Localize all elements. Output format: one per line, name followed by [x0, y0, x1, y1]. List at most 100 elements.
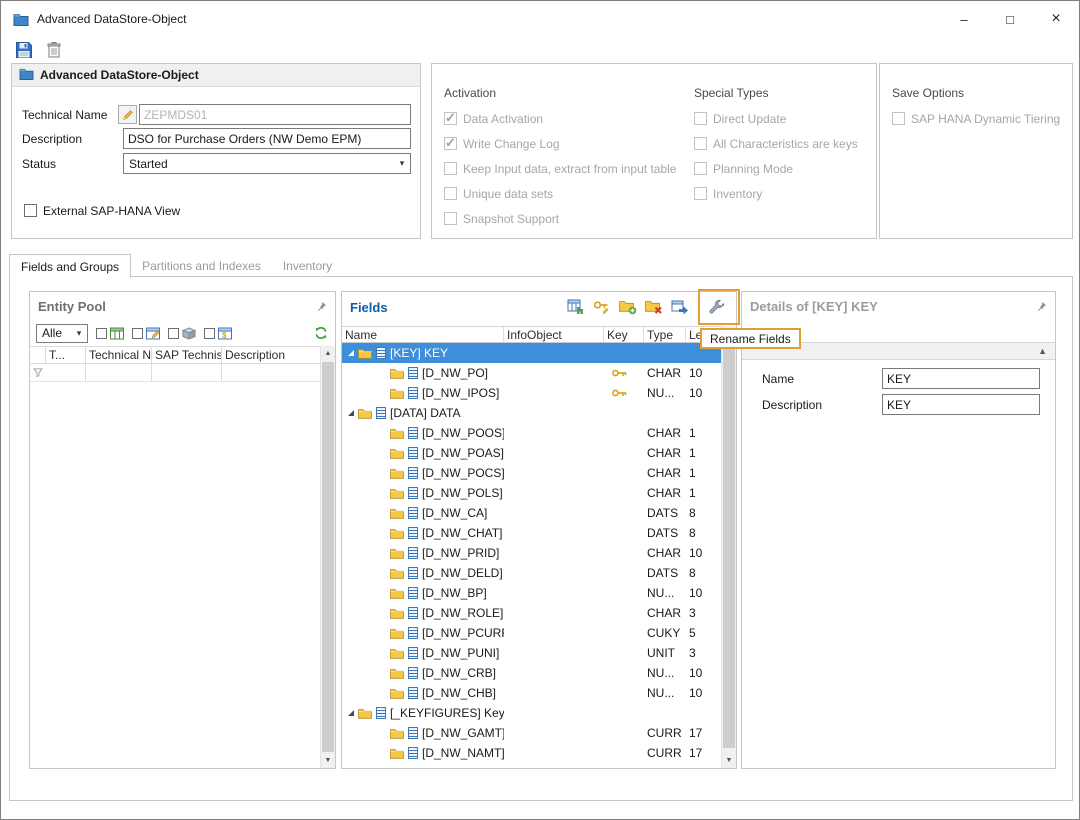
- field-row[interactable]: [D_NW_PRID] CHAR 10: [342, 543, 721, 563]
- field-row[interactable]: [D_NW_DELD] DATS 8: [342, 563, 721, 583]
- field-row[interactable]: [D_NW_GAMT] CURR 17: [342, 723, 721, 743]
- tab[interactable]: Fields and Groups: [9, 254, 131, 278]
- column-header-sap-technical[interactable]: SAP Technis...: [152, 347, 222, 363]
- scroll-down-arrow[interactable]: ▼: [722, 753, 736, 768]
- field-row[interactable]: [D_NW_POOS] CHAR 1: [342, 423, 721, 443]
- add-fields-icon[interactable]: [566, 297, 586, 317]
- group-folder-icon: [390, 628, 404, 639]
- field-row[interactable]: [D_NW_POAS] CHAR 1: [342, 443, 721, 463]
- column-header-description[interactable]: Description: [222, 347, 320, 363]
- details-description-input[interactable]: [882, 394, 1040, 415]
- pin-icon[interactable]: [316, 301, 327, 312]
- pin-icon[interactable]: [1036, 301, 1047, 312]
- field-row[interactable]: [D_NW_CA] DATS 8: [342, 503, 721, 523]
- filter-cell[interactable]: [86, 364, 152, 381]
- field-row[interactable]: [D_NW_PO] CHAR 10: [342, 363, 721, 383]
- refresh-icon[interactable]: [313, 325, 329, 341]
- activation-checkbox-row[interactable]: Unique data sets: [444, 181, 676, 206]
- save-icon[interactable]: [13, 39, 35, 61]
- field-row[interactable]: [D_NW_NAMT] CURR 17: [342, 743, 721, 763]
- checkbox[interactable]: [444, 137, 457, 150]
- entity-filter-dropdown[interactable]: Alle ▾: [36, 324, 88, 343]
- move-fields-icon[interactable]: [670, 297, 690, 317]
- column-header-type[interactable]: T...: [46, 347, 86, 363]
- chevron-up-icon[interactable]: ▲: [1038, 346, 1047, 356]
- field-row[interactable]: [DATA] DATA: [342, 403, 721, 423]
- status-dropdown[interactable]: Started ▾: [123, 153, 411, 174]
- field-row[interactable]: [KEY] KEY: [342, 343, 721, 363]
- filter-checkbox-dso[interactable]: [132, 328, 143, 339]
- filter-checkbox-infoprovider[interactable]: [96, 328, 107, 339]
- field-row[interactable]: [D_NW_PCURR] CUKY 5: [342, 623, 721, 643]
- field-row[interactable]: [D_NW_POCS] CHAR 1: [342, 463, 721, 483]
- details-name-input[interactable]: [882, 368, 1040, 389]
- row-name: [D_NW_PUNI]: [422, 646, 499, 660]
- checkbox[interactable]: [694, 112, 707, 125]
- field-row[interactable]: [D_NW_ROLE] CHAR 3: [342, 603, 721, 623]
- field-row[interactable]: [D_NW_PUNI] UNIT 3: [342, 643, 721, 663]
- scroll-thumb[interactable]: [322, 362, 334, 752]
- activation-checkbox-row[interactable]: Write Change Log: [444, 131, 676, 156]
- checkbox[interactable]: [892, 112, 905, 125]
- special-type-checkbox-row[interactable]: Inventory: [694, 181, 858, 206]
- fields-scrollbar[interactable]: ▲ ▼: [721, 326, 736, 768]
- delete-icon[interactable]: [43, 39, 65, 61]
- filter-checkbox-cube[interactable]: [168, 328, 179, 339]
- funnel-icon[interactable]: [30, 364, 46, 381]
- description-input[interactable]: [123, 128, 411, 149]
- tab[interactable]: Partitions and Indexes: [131, 254, 272, 277]
- field-row[interactable]: [D_NW_CHB] NU... 10: [342, 683, 721, 703]
- fields-table-header: Name InfoObject Key Type Len...: [342, 326, 721, 343]
- scroll-up-arrow[interactable]: ▲: [321, 346, 335, 361]
- external-hana-view-checkbox[interactable]: [24, 204, 37, 217]
- column-header-type[interactable]: Type: [644, 327, 686, 342]
- field-row[interactable]: [D_NW_CRB] NU... 10: [342, 663, 721, 683]
- tree-expander-icon[interactable]: [348, 350, 354, 356]
- checkbox[interactable]: [694, 187, 707, 200]
- scroll-down-arrow[interactable]: ▼: [321, 753, 335, 768]
- filter-checkbox-keyfigure[interactable]: [204, 328, 215, 339]
- field-row[interactable]: [D_NW_BP] NU... 10: [342, 583, 721, 603]
- window-controls: – □ ×: [941, 1, 1079, 37]
- tab[interactable]: Inventory: [272, 254, 343, 277]
- add-group-icon[interactable]: [618, 297, 638, 317]
- maximize-button[interactable]: □: [987, 1, 1033, 37]
- checkbox[interactable]: [444, 162, 457, 175]
- checkbox[interactable]: [444, 212, 457, 225]
- close-button[interactable]: ×: [1033, 1, 1079, 37]
- column-header-key[interactable]: Key: [604, 327, 644, 342]
- field-row[interactable]: [D_NW_POLS] CHAR 1: [342, 483, 721, 503]
- entity-pool-scrollbar[interactable]: ▲ ▼: [320, 346, 335, 768]
- delete-group-icon[interactable]: [644, 297, 664, 317]
- checkbox[interactable]: [694, 137, 707, 150]
- checkbox[interactable]: [444, 187, 457, 200]
- activation-checkbox-row[interactable]: Keep Input data, extract from input tabl…: [444, 156, 676, 181]
- special-type-checkbox-row[interactable]: Direct Update: [694, 106, 858, 131]
- special-type-checkbox-row[interactable]: All Characteristics are keys: [694, 131, 858, 156]
- filter-cell[interactable]: [46, 364, 86, 381]
- activation-checkbox-row[interactable]: Snapshot Support: [444, 206, 676, 231]
- minimize-button[interactable]: –: [941, 1, 987, 37]
- type-cell: CHAR: [644, 483, 686, 503]
- filter-cell[interactable]: [152, 364, 222, 381]
- filter-cell[interactable]: [222, 364, 320, 381]
- group-folder-icon: [390, 688, 404, 699]
- column-header-technical-name[interactable]: Technical N...: [86, 347, 152, 363]
- tree-expander-icon[interactable]: [348, 710, 354, 716]
- manage-keys-icon[interactable]: [592, 297, 612, 317]
- field-row[interactable]: [D_NW_CHAT] DATS 8: [342, 523, 721, 543]
- edit-pencil-button[interactable]: [118, 105, 137, 124]
- field-row[interactable]: [D_NW_IPOS] NU... 10: [342, 383, 721, 403]
- checkbox[interactable]: [444, 112, 457, 125]
- tree-expander-icon[interactable]: [348, 410, 354, 416]
- key-cell: [604, 383, 644, 403]
- technical-name-input[interactable]: [139, 104, 411, 125]
- activation-checkbox-row[interactable]: Data Activation: [444, 106, 676, 131]
- scroll-thumb[interactable]: [723, 342, 735, 748]
- checkbox[interactable]: [694, 162, 707, 175]
- special-type-checkbox-row[interactable]: Planning Mode: [694, 156, 858, 181]
- save-option-checkbox-row[interactable]: SAP HANA Dynamic Tiering: [892, 106, 1060, 131]
- field-row[interactable]: [_KEYFIGURES] Key...: [342, 703, 721, 723]
- column-header-name[interactable]: Name: [342, 327, 504, 342]
- column-header-infoobject[interactable]: InfoObject: [504, 327, 604, 342]
